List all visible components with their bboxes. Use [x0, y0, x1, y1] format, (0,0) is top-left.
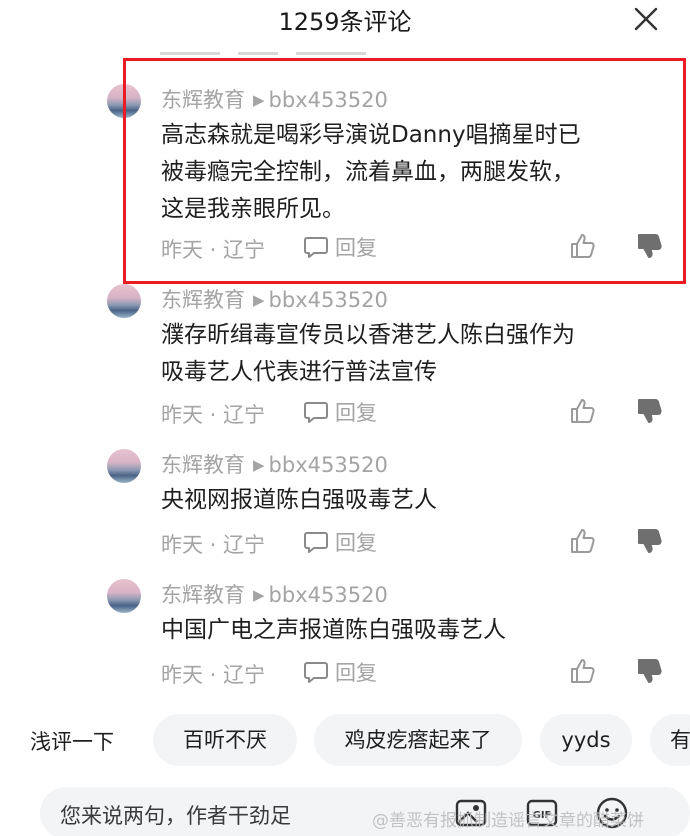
comments-header: 1259条评论	[0, 0, 690, 38]
quick-comment-chip[interactable]: 有	[650, 714, 690, 766]
scrolled-comment-remnant	[160, 40, 660, 60]
watermark-text: @善恶有报抓制造谣言文章的醋菜饼	[372, 811, 644, 831]
close-icon[interactable]	[632, 5, 660, 33]
comment-meta: 东辉教育 ▶ bbx453520	[161, 284, 388, 314]
thumbs-up-icon[interactable]	[569, 527, 597, 555]
reply-target[interactable]: bbx453520	[269, 583, 388, 607]
reply-arrow-icon: ▶	[253, 456, 265, 474]
quick-comment-bar: 浅评一下 百听不厌 鸡皮疙瘩起来了 yyds 有	[0, 712, 690, 768]
thumbs-down-icon[interactable]	[636, 397, 664, 425]
reply-button[interactable]: 回复	[303, 397, 377, 427]
comment-footer: 昨天 · 辽宁 回复	[161, 527, 671, 557]
comment-text: 中国广电之声报道陈白强吸毒艺人	[161, 617, 506, 643]
avatar[interactable]	[107, 449, 141, 483]
reply-arrow-icon: ▶	[253, 291, 265, 309]
comment-time-location: 昨天 · 辽宁	[161, 663, 266, 687]
comment-author[interactable]: 东辉教育	[161, 583, 245, 607]
quick-comment-chip[interactable]: 鸡皮疙瘩起来了	[314, 714, 522, 766]
reply-button[interactable]: 回复	[303, 527, 377, 557]
reply-target[interactable]: bbx453520	[269, 453, 388, 477]
comment-time-location: 昨天 · 辽宁	[161, 403, 266, 427]
comment-meta: 东辉教育 ▶ bbx453520	[161, 579, 388, 609]
comment-author[interactable]: 东辉教育	[161, 453, 245, 477]
comment-input-placeholder: 您来说两句，作者干劲足	[60, 804, 291, 828]
reply-arrow-icon: ▶	[253, 586, 265, 604]
comment-author[interactable]: 东辉教育	[161, 288, 245, 312]
thumbs-up-icon[interactable]	[569, 397, 597, 425]
comment-time-location: 昨天 · 辽宁	[161, 533, 266, 557]
thumbs-down-icon[interactable]	[636, 527, 664, 555]
reply-button[interactable]: 回复	[303, 657, 377, 687]
thumbs-down-icon[interactable]	[636, 657, 664, 685]
comment-meta: 东辉教育 ▶ bbx453520	[161, 449, 388, 479]
comments-count-title: 1259条评论	[278, 8, 412, 36]
highlight-box	[123, 58, 686, 284]
comment-text: 濮存昕缉毒宣传员以香港艺人陈白强作为 吸毒艺人代表进行普法宣传	[161, 322, 575, 385]
comment-bubble-icon	[304, 662, 328, 683]
quick-comment-chip[interactable]: yyds	[540, 714, 632, 766]
avatar[interactable]	[107, 284, 141, 318]
comment-footer: 昨天 · 辽宁 回复	[161, 397, 671, 427]
comment-bubble-icon	[304, 402, 328, 423]
comment-footer: 昨天 · 辽宁 回复	[161, 657, 671, 687]
quick-comment-label: 浅评一下	[30, 730, 114, 754]
avatar[interactable]	[107, 579, 141, 613]
comment-text: 央视网报道陈白强吸毒艺人	[161, 487, 437, 513]
reply-target[interactable]: bbx453520	[269, 288, 388, 312]
thumbs-up-icon[interactable]	[569, 657, 597, 685]
quick-comment-chip[interactable]: 百听不厌	[153, 714, 297, 766]
comment-bubble-icon	[304, 532, 328, 553]
